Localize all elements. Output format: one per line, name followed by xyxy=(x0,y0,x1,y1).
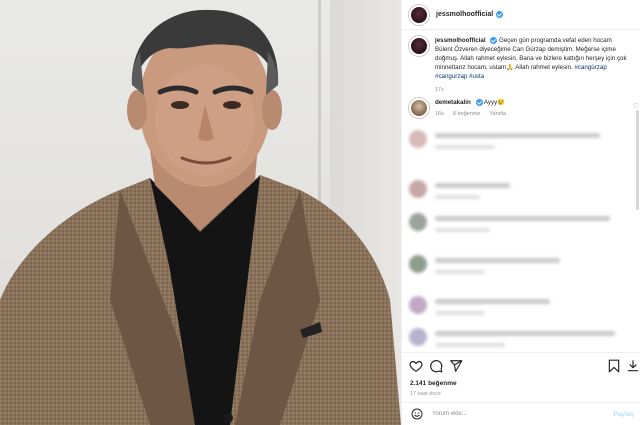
verified-icon xyxy=(496,11,504,18)
author-username[interactable]: jessmolhoofficial xyxy=(436,11,493,18)
commenter-username[interactable]: demetakalin xyxy=(435,99,471,106)
reply-button[interactable]: Yanıtla xyxy=(489,110,506,119)
author-avatar[interactable] xyxy=(409,4,429,25)
comment-age: 16s xyxy=(435,111,444,117)
blurred-comment xyxy=(409,296,637,324)
likes-count[interactable]: 2.141 beğenme xyxy=(410,380,457,387)
comment-body: demetakalin Ayyy😢 16s 8 beğenme Yanıtla xyxy=(435,98,631,119)
caption-avatar[interactable] xyxy=(409,36,429,56)
post-caption: jessmolhoofficial Geçen gün programda ve… xyxy=(409,36,637,95)
comment-item: demetakalin Ayyy😢 16s 8 beğenme Yanıtla … xyxy=(409,98,639,119)
blurred-comment xyxy=(409,213,637,241)
add-comment-bar: Paylaş xyxy=(402,402,640,425)
emoji-icon[interactable] xyxy=(411,408,423,420)
bookmark-icon[interactable] xyxy=(607,359,621,373)
post-time: 17 saat önce xyxy=(410,391,442,397)
comments-list[interactable]: jessmolhoofficial Geçen gün programda ve… xyxy=(402,30,640,352)
download-icon[interactable] xyxy=(626,359,640,373)
verified-icon xyxy=(475,98,483,106)
post-side-panel: jessmolhoofficial jessmolhoofficial Geçe… xyxy=(401,0,640,425)
blurred-comment xyxy=(409,180,637,208)
heart-icon[interactable] xyxy=(409,359,423,373)
portrait-figure xyxy=(0,9,401,425)
post-comment-button[interactable]: Paylaş xyxy=(613,411,634,418)
post-photo xyxy=(0,0,401,425)
blurred-comment xyxy=(409,130,637,158)
comment-icon[interactable] xyxy=(429,359,443,373)
comment-meta: 16s 8 beğenme Yanıtla xyxy=(435,110,631,119)
comment-like-icon[interactable]: ♡ xyxy=(633,102,639,110)
comment-input[interactable] xyxy=(432,411,592,417)
scrollbar[interactable] xyxy=(636,110,639,210)
comment-text: Ayyy😢 xyxy=(483,99,505,106)
caption-username[interactable]: jessmolhoofficial xyxy=(435,37,486,44)
post-actions: 2.141 beğenme 17 saat önce xyxy=(402,352,640,402)
post-header: jessmolhoofficial xyxy=(402,0,640,30)
blurred-comment xyxy=(409,328,637,352)
commenter-avatar[interactable] xyxy=(409,98,429,118)
blurred-comment xyxy=(409,255,637,283)
send-icon[interactable] xyxy=(449,359,463,373)
verified-icon xyxy=(490,36,498,44)
caption-body: jessmolhoofficial Geçen gün programda ve… xyxy=(435,36,631,95)
caption-age: 17s xyxy=(435,87,444,93)
comment-likes[interactable]: 8 beğenme xyxy=(453,110,481,119)
